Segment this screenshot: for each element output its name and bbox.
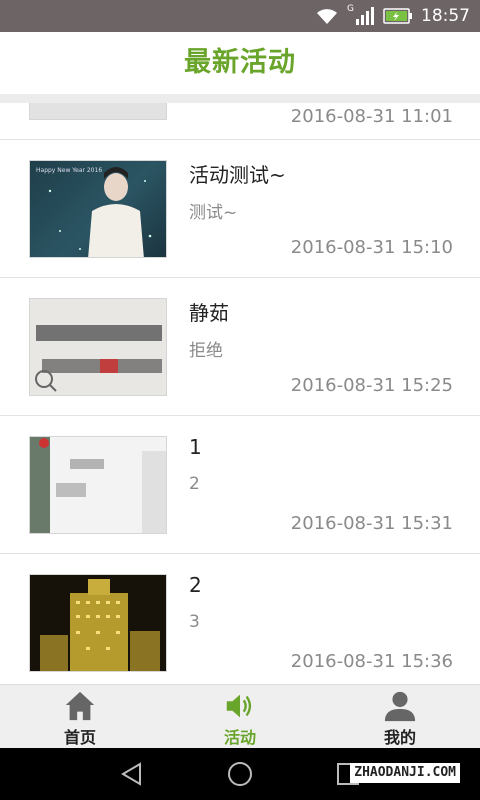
activity-thumbnail: [29, 298, 167, 396]
list-item[interactable]: 静茹 拒绝 2016-08-31 15:25: [0, 278, 480, 416]
photo-wall-text-image: [30, 299, 166, 395]
activity-thumbnail: [29, 436, 167, 534]
activity-title: 静茹: [189, 301, 229, 325]
activity-title: 1: [189, 435, 202, 459]
user-icon: [384, 691, 416, 722]
speaker-icon: [226, 694, 252, 718]
nav-label: 活动: [223, 728, 256, 747]
nav-item-profile[interactable]: 我的: [320, 685, 480, 748]
nav-item-home[interactable]: 首页: [0, 685, 160, 748]
thumbnail-caption: Happy New Year 2016: [36, 167, 103, 174]
home-circle-icon[interactable]: [226, 760, 254, 788]
activity-time: 2016-08-31 15:25: [290, 375, 453, 396]
bottom-nav: 首页 活动 我的: [0, 684, 480, 748]
list-item[interactable]: 2 3 2016-08-31 15:36: [0, 554, 480, 684]
nav-item-activity[interactable]: 活动: [160, 685, 320, 748]
app-header: 最新活动: [0, 32, 480, 94]
activity-time: 2016-08-31 15:31: [290, 513, 453, 534]
nav-label: 首页: [63, 728, 96, 747]
activity-thumbnail: Happy New Year 2016: [29, 160, 167, 258]
battery-icon: [383, 8, 412, 24]
activity-description: 拒绝: [189, 341, 223, 361]
signal-icon: [356, 7, 374, 25]
activity-description: 测试~: [189, 203, 238, 223]
activity-title: 2: [189, 573, 202, 597]
header-divider: [0, 94, 480, 103]
list-item[interactable]: Happy New Year 2016 活动测试~ 测试~ 2016-08-31…: [0, 140, 480, 278]
activity-time: 2016-08-31 15:10: [290, 237, 453, 258]
status-time: 18:57: [421, 6, 470, 26]
activity-time: 2016-08-31 15:36: [290, 651, 453, 672]
network-type-label: G: [347, 4, 354, 14]
photo-night-building-image: [30, 575, 166, 671]
home-icon: [65, 691, 95, 721]
page-title: 最新活动: [184, 47, 296, 78]
list-item[interactable]: 1 2 2016-08-31 15:31: [0, 416, 480, 554]
status-bar: G 18:57: [0, 0, 480, 32]
activity-description: 3: [189, 612, 200, 632]
activity-title: 活动测试~: [189, 163, 286, 187]
activity-time: 2016-08-31 11:01: [290, 106, 453, 127]
nav-label: 我的: [383, 728, 416, 747]
activity-thumbnail: [29, 574, 167, 672]
watermark: ZHAODANJI.COM: [350, 763, 460, 783]
photo-person-image: [48, 167, 152, 257]
photo-office-wall-image: [30, 437, 166, 533]
activity-list[interactable]: 2016-08-31 11:01 Happy New Year 2016 活动测…: [0, 94, 480, 684]
activity-description: 2: [189, 474, 200, 494]
back-icon[interactable]: [118, 760, 146, 788]
wifi-icon: [317, 9, 338, 24]
